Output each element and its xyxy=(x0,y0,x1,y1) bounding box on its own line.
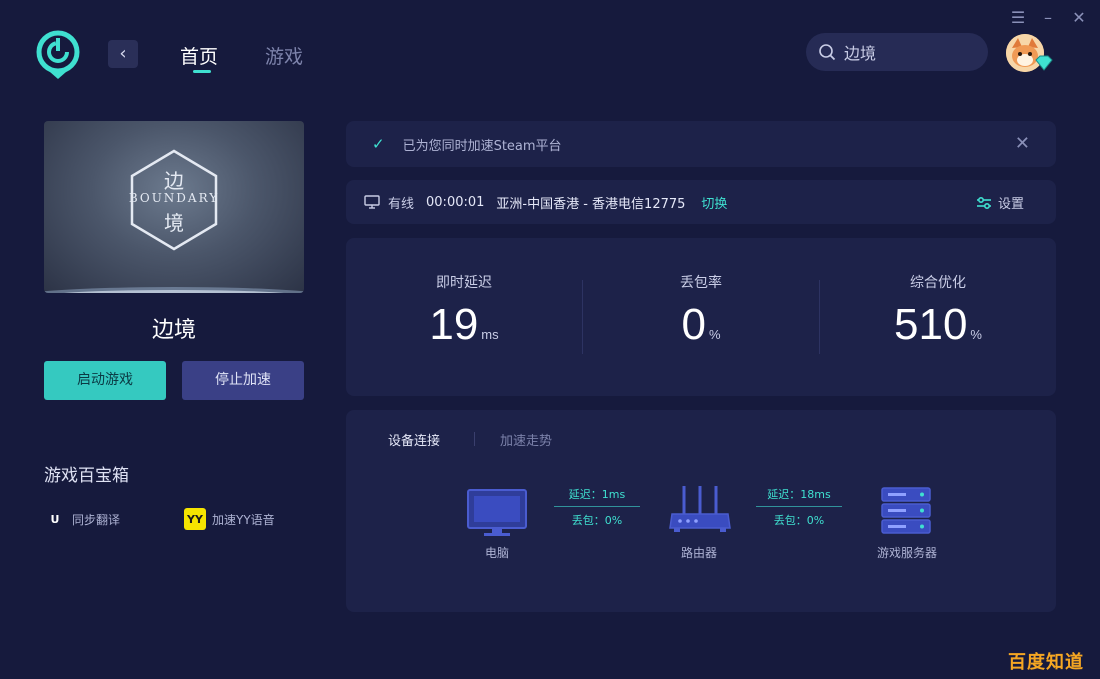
router-icon xyxy=(668,484,732,540)
banner-char-top: 边 xyxy=(164,169,184,193)
computer-icon xyxy=(466,488,528,542)
connection-status-bar: 有线 00:00:01 亚洲-中国香港 - 香港电信12775 切换 设置 xyxy=(346,180,1056,224)
search-value: 边境 xyxy=(844,44,877,63)
tool-yy-voice[interactable]: YY 加速YY语音 xyxy=(184,508,275,530)
yy-voice-icon: YY xyxy=(184,508,206,530)
menu-icon[interactable]: ☰ xyxy=(1007,8,1029,28)
stat-unit: % xyxy=(708,327,721,342)
vip-diamond-icon xyxy=(1034,55,1054,71)
connection-type: 有线 xyxy=(388,196,415,212)
game-banner: 边 BOUNDARY 境 xyxy=(44,121,304,293)
wired-connection-icon xyxy=(364,194,382,210)
start-game-button[interactable]: 启动游戏 xyxy=(44,361,166,400)
back-button[interactable]: ‹ xyxy=(108,40,138,68)
node-label: 电脑 xyxy=(484,546,509,560)
toolbox-title: 游戏百宝箱 xyxy=(44,466,129,486)
tab-active-indicator xyxy=(193,70,211,73)
search-input[interactable]: 边境 xyxy=(806,33,988,71)
settings-label: 设置 xyxy=(997,197,1024,212)
switch-server-link[interactable]: 切换 xyxy=(701,193,727,212)
link-latency: 延迟：18ms xyxy=(767,488,831,501)
chevron-left-icon: ‹ xyxy=(119,43,127,64)
tab-games[interactable]: 游戏 xyxy=(265,42,303,69)
stat-label: 丢包率 xyxy=(680,275,722,291)
stat-label: 综合优化 xyxy=(910,275,966,291)
stat-value: 0 xyxy=(681,300,706,349)
check-icon: ✓ xyxy=(372,135,385,153)
tool-translate[interactable]: U 同步翻译 xyxy=(44,508,120,530)
link-latency: 延迟：1ms xyxy=(568,488,626,501)
link-loss: 丢包：0% xyxy=(773,514,825,527)
link-line xyxy=(554,506,640,507)
stat-unit: ms xyxy=(481,327,499,342)
search-icon xyxy=(818,43,836,61)
device-connection-panel: 设备连接 加速走势 电脑 延迟：1ms 丢包：0% 路由器 延迟：18ms 丢包… xyxy=(346,410,1056,612)
stats-panel: 即时延迟 19 ms 丢包率 0% 综合优化 510% xyxy=(346,238,1056,396)
banner-text: BOUNDARY xyxy=(128,191,220,205)
game-title: 边境 xyxy=(151,318,196,343)
stop-acceleration-button[interactable]: 停止加速 xyxy=(182,361,304,400)
stat-value: 510 xyxy=(894,300,968,349)
notice-bar: ✓ 已为您同时加速Steam平台 ✕ xyxy=(346,121,1056,167)
stat-optimization: 综合优化 510% xyxy=(820,272,1056,350)
tab-device-connection[interactable]: 设备连接 xyxy=(388,430,440,449)
link-loss: 丢包：0% xyxy=(571,514,623,527)
stat-label: 即时延迟 xyxy=(436,275,492,291)
stat-packet-loss: 丢包率 0% xyxy=(583,272,819,350)
tab-home[interactable]: 首页 xyxy=(180,42,218,69)
banner-char-bottom: 境 xyxy=(164,211,184,235)
notice-text: 已为您同时加速Steam平台 xyxy=(402,138,562,154)
tool-label: 同步翻译 xyxy=(72,512,121,527)
stat-unit: % xyxy=(970,327,982,342)
close-icon[interactable]: ✕ xyxy=(1015,133,1030,154)
link-line xyxy=(756,506,842,507)
sliders-icon xyxy=(976,196,991,209)
elapsed-time: 00:00:01 xyxy=(426,194,485,210)
app-logo-icon xyxy=(34,28,82,80)
close-window-icon[interactable]: ✕ xyxy=(1068,8,1090,28)
translate-icon: U xyxy=(50,512,60,526)
tool-label: 加速YY语音 xyxy=(212,512,275,527)
stat-value: 19 xyxy=(429,300,479,349)
watermark: 百度知道 xyxy=(1008,652,1084,673)
minimize-icon[interactable]: – xyxy=(1037,8,1059,28)
game-server-icon xyxy=(880,486,932,540)
tab-acceleration-trend[interactable]: 加速走势 xyxy=(500,430,552,449)
node-label: 路由器 xyxy=(680,546,717,560)
server-route: 亚洲-中国香港 - 香港电信12775 xyxy=(496,196,686,212)
settings-button[interactable]: 设置 xyxy=(976,193,1024,212)
tab-separator xyxy=(474,432,475,446)
node-label: 游戏服务器 xyxy=(876,546,937,560)
stat-latency: 即时延迟 19 ms xyxy=(346,272,582,350)
